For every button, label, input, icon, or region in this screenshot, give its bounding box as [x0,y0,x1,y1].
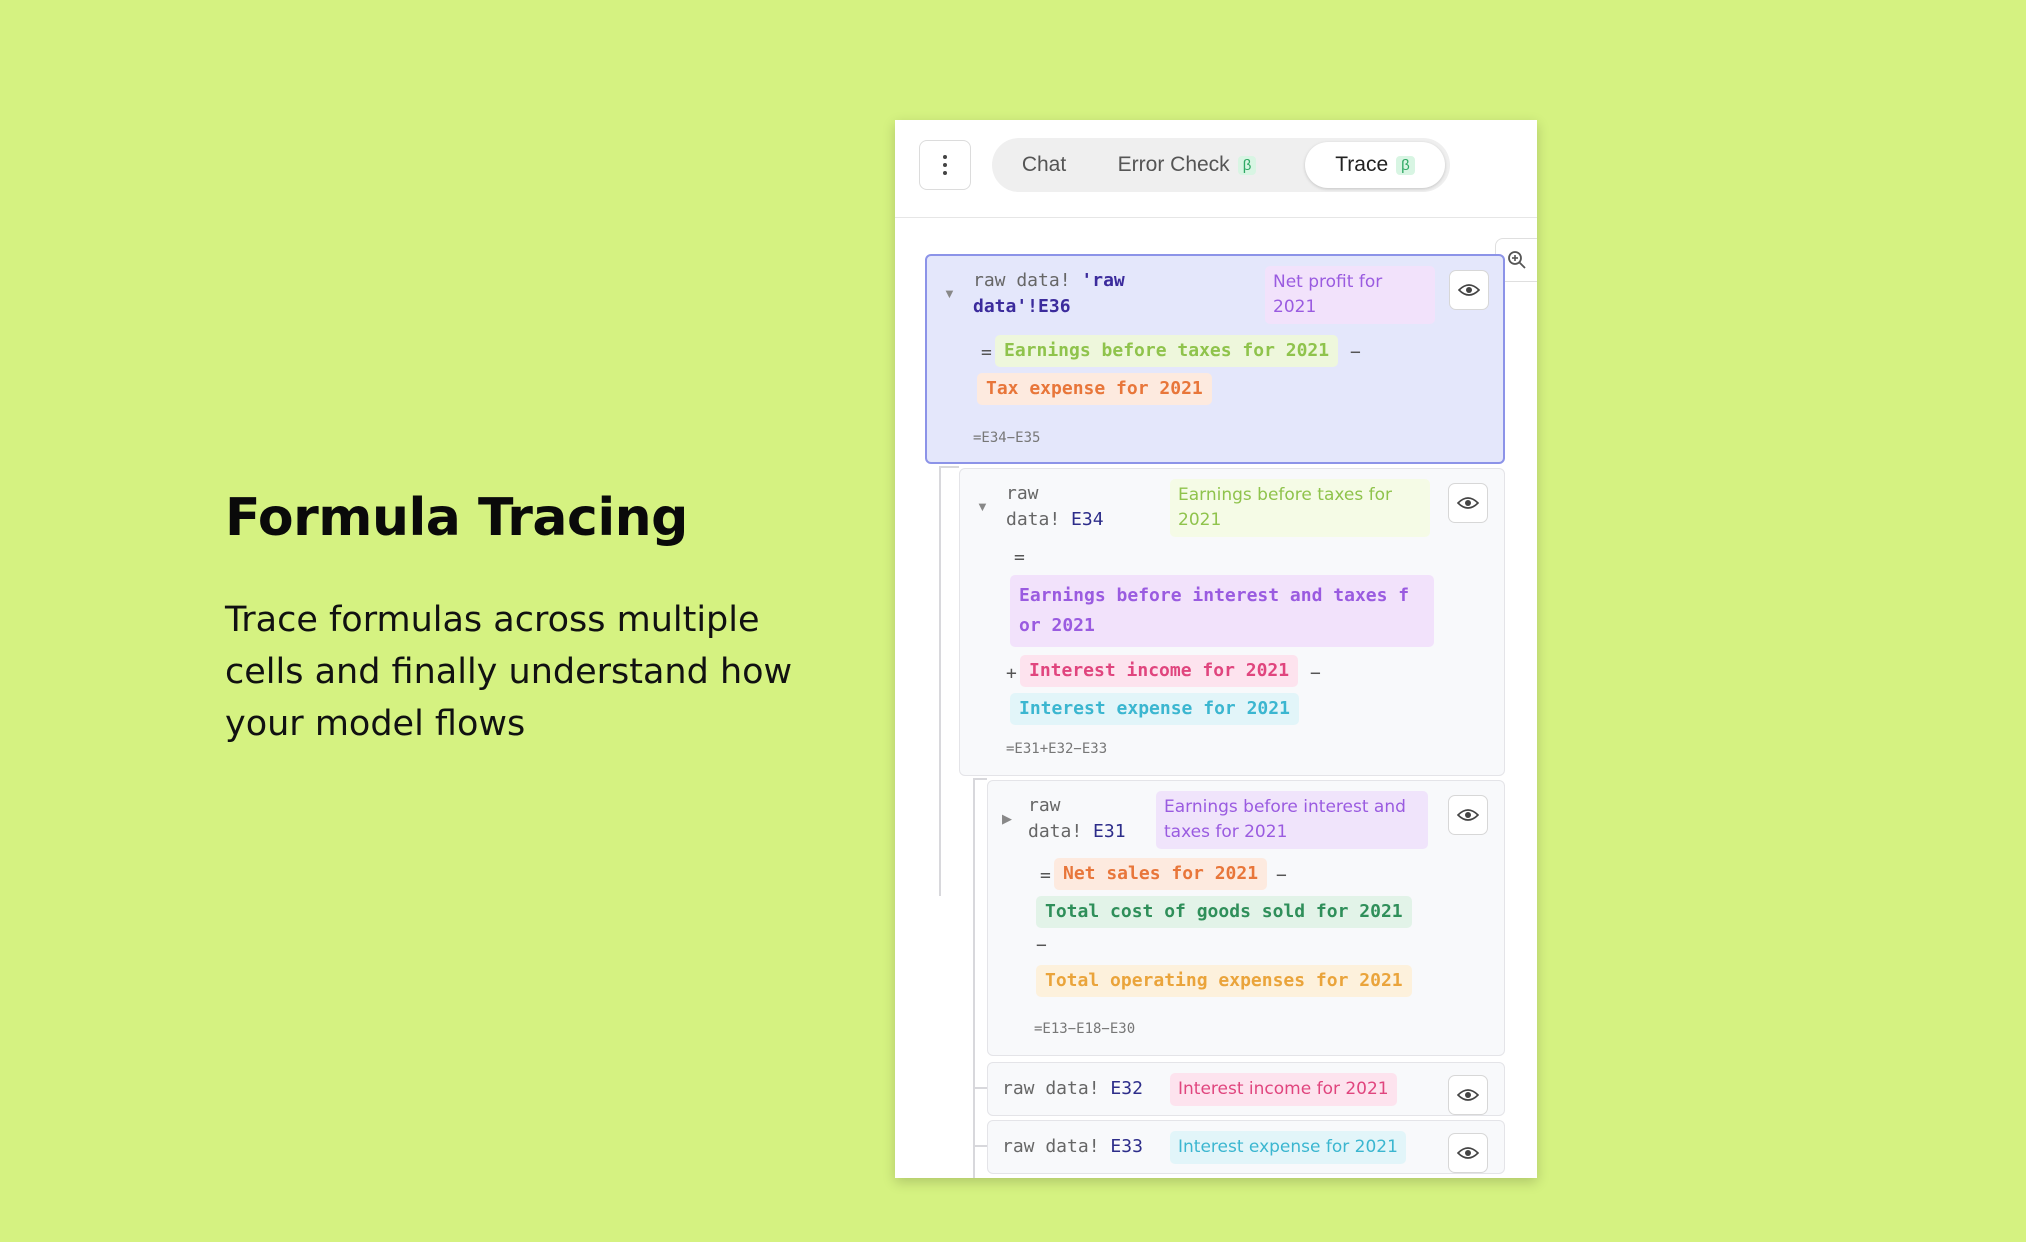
tree-connector [939,466,941,896]
cell-label: Interest expense for 2021 [1170,1131,1406,1164]
tree-connector [973,1087,987,1089]
token-text: Earnings before interest and taxes f [1019,585,1410,606]
cell-label: Net profit for 2021 [1265,266,1435,324]
cell-ref-part: 'raw [1081,270,1125,291]
formula-token[interactable]: Net sales for 2021 [1054,858,1268,890]
more-vertical-icon[interactable] [919,140,971,190]
tree-connector [973,778,975,1178]
cell-reference: raw data! E34 [1006,481,1104,533]
hero-subtitle: Trace formulas across multiple cells and… [225,600,793,744]
minus-sign: − [1276,865,1287,886]
expand-caret-icon[interactable]: ▶ [1002,811,1012,827]
beta-badge: β [1396,155,1415,175]
formula-token[interactable]: Total operating expenses for 2021 [1036,965,1412,997]
hero-title: Formula Tracing [225,488,688,548]
raw-formula: =E34−E35 [973,430,1041,446]
tab-trace[interactable]: Trace β [1305,142,1445,188]
formula-token[interactable]: Interest expense for 2021 [1010,693,1299,725]
eye-icon[interactable] [1449,270,1489,310]
cell-label: Interest income for 2021 [1170,1073,1397,1106]
trace-node-e34[interactable]: ▼ raw data! E34 Earnings before taxes fo… [959,468,1505,776]
collapse-caret-icon[interactable]: ▼ [976,499,989,514]
tab-chat-label: Chat [1021,153,1067,176]
tab-error-check[interactable]: Error Check β [1104,142,1270,188]
eye-icon[interactable] [1448,1075,1488,1115]
cell-ref: E33 [1110,1136,1143,1157]
token-text: or 2021 [1019,615,1095,636]
formula-token[interactable]: Tax expense for 2021 [977,373,1212,405]
equals-sign: = [981,342,992,363]
cell-reference: raw data! E33 [1002,1134,1143,1160]
cell-ref: E34 [1071,509,1104,530]
raw-formula: =E31+E32−E33 [1006,741,1108,757]
hero-section: Formula Tracing Trace formulas across mu… [225,488,825,750]
cell-ref: E32 [1110,1078,1143,1099]
trace-node-root[interactable]: ▼ raw data! 'raw data'!E36 Net profit fo… [925,254,1505,464]
equals-sign: = [1040,865,1051,886]
equals-sign: = [1014,547,1025,568]
cell-reference: raw data! E32 [1002,1076,1143,1102]
tree-connector [973,778,987,780]
beta-badge: β [1237,155,1257,175]
cell-reference: raw data! E31 [1028,793,1126,845]
eye-icon[interactable] [1448,483,1488,523]
formula-token[interactable]: Earnings before interest and taxes f or … [1010,575,1434,647]
sheet-name: raw [1028,795,1061,816]
sheet-name: raw data! [973,270,1071,291]
trace-node-e31[interactable]: ▶ raw data! E31 Earnings before interest… [987,780,1505,1056]
raw-formula: =E13−E18−E30 [1034,1021,1136,1037]
cell-reference: raw data! 'raw data'!E36 [973,268,1125,320]
tab-bar: Chat Error Check β Trace β [992,138,1450,192]
sheet-name: raw data! [1002,1136,1100,1157]
minus-sign: − [1310,663,1321,684]
cell-label: Earnings before taxes for 2021 [1170,479,1430,537]
eye-icon[interactable] [1448,795,1488,835]
sheet-name: raw data! [1002,1078,1100,1099]
trace-panel: Chat Error Check β Trace β ▼ raw data! '… [895,120,1537,1178]
sheet-name: raw [1006,483,1039,504]
trace-node-e33[interactable]: raw data! E33 Interest expense for 2021 [987,1120,1505,1174]
eye-icon[interactable] [1448,1133,1488,1173]
cell-ref-part: data'!E36 [973,296,1071,317]
formula-token[interactable]: Interest income for 2021 [1020,655,1299,687]
minus-sign: − [1350,342,1361,363]
collapse-caret-icon[interactable]: ▼ [943,286,956,301]
tab-trace-label: Trace [1335,153,1389,176]
sheet-name: data! [1006,509,1061,530]
panel-header: Chat Error Check β Trace β [895,120,1537,218]
cell-label: Earnings before interest and taxes for 2… [1156,791,1428,849]
minus-sign: − [1036,935,1047,956]
trace-node-e32[interactable]: raw data! E32 Interest income for 2021 [987,1062,1505,1116]
tab-chat[interactable]: Chat [998,142,1090,188]
cell-ref: E31 [1093,821,1126,842]
tree-connector [973,1145,987,1147]
formula-token[interactable]: Total cost of goods sold for 2021 [1036,896,1412,928]
tab-error-check-label: Error Check [1117,153,1230,176]
plus-sign: + [1006,663,1017,684]
sheet-name: data! [1028,821,1083,842]
formula-token[interactable]: Earnings before taxes for 2021 [995,335,1339,367]
tree-connector [939,466,959,468]
